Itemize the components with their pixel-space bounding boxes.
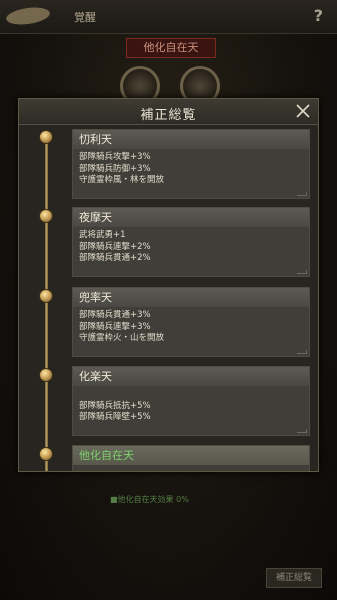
tier-banner: 他化自在天 (126, 38, 216, 58)
bonus-line: 部隊騎兵防御+3% (79, 163, 151, 174)
bonus-line: 部隊騎兵連撃+3% (79, 321, 151, 332)
help-icon[interactable]: ? (314, 6, 323, 25)
tier-name: 忉利天 (73, 130, 309, 149)
bonus-line: 部隊騎兵連撃+2% (79, 241, 151, 252)
panel-header: 補正総覧 (19, 99, 318, 125)
tier-card: 兜率天 部隊騎兵貫通+3% 部隊騎兵連撃+3% 守護霊枠火・山を開放 (72, 287, 310, 357)
timeline-node-icon (39, 209, 53, 223)
timeline-node-icon (39, 289, 53, 303)
timeline-node-icon (39, 447, 53, 461)
timeline-node-icon (39, 130, 53, 144)
overview-button[interactable]: 補正総覧 (266, 568, 322, 588)
bonus-line: 部隊騎兵貫通+3% (79, 310, 151, 320)
bonus-line: 武将武勇+1 (79, 230, 126, 240)
tier-name: 化楽天 (73, 367, 309, 386)
game-logo (5, 5, 51, 27)
bonus-line: 守護霊枠風・林を開放 (79, 175, 165, 185)
bonus-line: 部隊騎兵障壁+5% (79, 412, 151, 422)
bonus-line: 部隊騎兵抵抗+5% (79, 400, 151, 411)
timeline-node-icon (39, 368, 53, 382)
panel-title: 補正総覧 (140, 108, 197, 123)
top-bar: 覚醒 ? (0, 0, 337, 34)
tier-name: 夜摩天 (73, 208, 309, 227)
screen-title: 覚醒 (74, 11, 96, 24)
tier-card: 夜摩天 武将武勇+1 部隊騎兵連撃+2% 部隊騎兵貫通+2% (72, 207, 310, 277)
tier-name: 他化自在天 (73, 446, 309, 465)
card-corner-ornament (297, 270, 307, 274)
close-icon[interactable] (294, 102, 312, 120)
status-text: ■他化自在天効果 0% (110, 495, 189, 504)
overview-panel: 補正総覧 忉利天 部隊騎兵攻撃+3% 部隊騎兵防御+3% 守護霊枠風・林を開放 … (18, 98, 319, 472)
tier-card-active: 他化自在天 (72, 445, 310, 471)
tier-name: 兜率天 (73, 288, 309, 307)
tier-list[interactable]: 忉利天 部隊騎兵攻撃+3% 部隊騎兵防御+3% 守護霊枠風・林を開放 夜摩天 武… (19, 125, 318, 471)
bonus-line: 部隊騎兵貫通+2% (79, 253, 151, 263)
card-corner-ornament (297, 350, 307, 354)
tier-card: 忉利天 部隊騎兵攻撃+3% 部隊騎兵防御+3% 守護霊枠風・林を開放 (72, 129, 310, 199)
bonus-line: 部隊騎兵攻撃+3% (79, 152, 151, 162)
bonus-line: 守護霊枠火・山を開放 (79, 333, 165, 343)
card-corner-ornament (297, 429, 307, 433)
bonus-line (79, 389, 303, 401)
tier-card: 化楽天 部隊騎兵抵抗+5% 部隊騎兵障壁+5% (72, 366, 310, 436)
card-corner-ornament (297, 192, 307, 196)
